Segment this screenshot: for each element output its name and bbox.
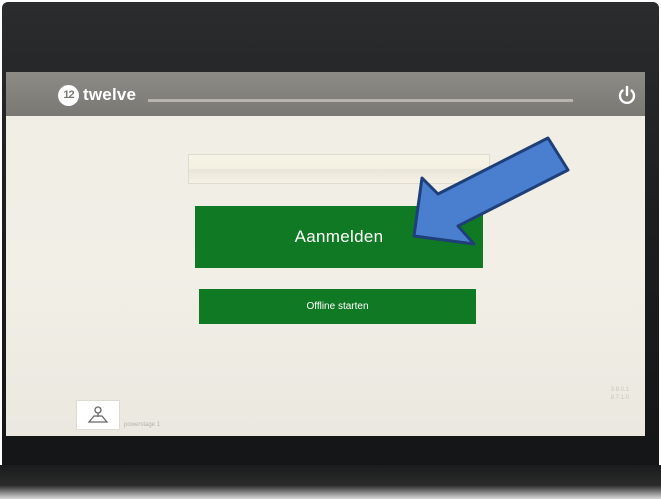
logo-text: twelve [83, 85, 137, 104]
topbar-divider [148, 99, 573, 102]
pointer-arrow-icon [412, 136, 570, 246]
user-location-icon [87, 406, 109, 423]
user-location-button[interactable] [76, 400, 120, 430]
version-line-2: 8.7.1.0 [610, 395, 629, 401]
logo-mark-icon: 12 [58, 84, 79, 106]
app-logo: 12 twelve [58, 84, 136, 106]
footer-label: powerstage 1 [124, 422, 161, 428]
version-line-1: 3.8.0.1 [610, 387, 629, 393]
version-info: 3.8.0.1 8.7.1.0 [559, 386, 629, 402]
power-icon[interactable] [616, 84, 638, 106]
photo-frame: 12 twelve Aanmelden Offline starten 3.8.… [0, 0, 661, 499]
monitor-base [0, 465, 661, 499]
top-bar: 12 twelve [6, 72, 645, 116]
offline-start-button[interactable]: Offline starten [199, 289, 476, 324]
